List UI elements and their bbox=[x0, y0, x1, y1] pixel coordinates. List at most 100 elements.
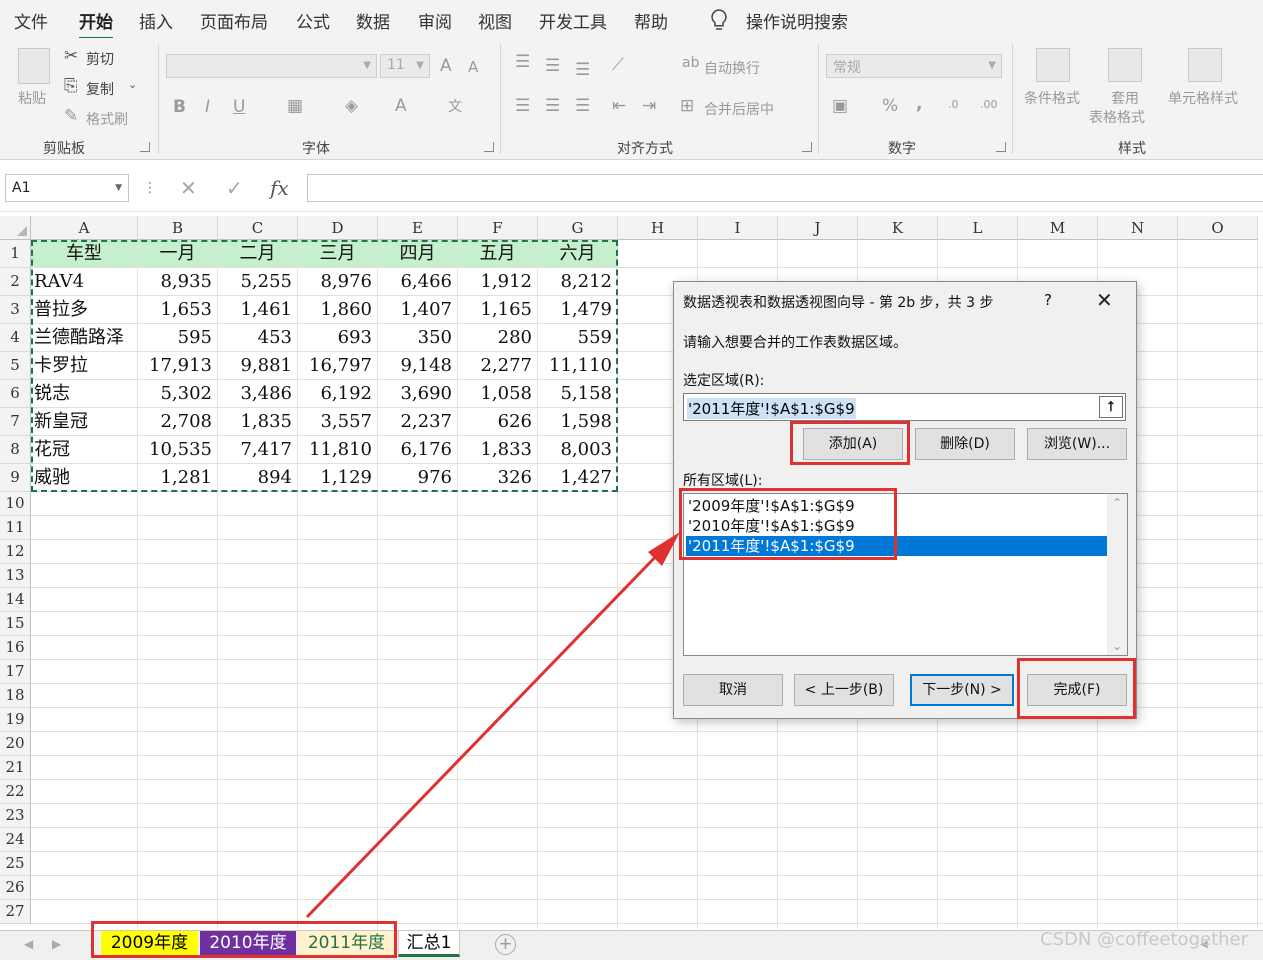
sheet-tab[interactable]: 2009年度 bbox=[101, 931, 198, 957]
font-size-combo[interactable]: 11 ▼ bbox=[380, 54, 430, 78]
border-icon[interactable]: ▦ bbox=[287, 96, 303, 116]
row-header-26[interactable]: 26 bbox=[0, 876, 31, 900]
sales-cell[interactable]: 1,058 bbox=[458, 380, 537, 407]
row-header-27[interactable]: 27 bbox=[0, 900, 31, 924]
sales-cell[interactable]: 326 bbox=[458, 464, 537, 491]
sales-cell[interactable]: 11,110 bbox=[538, 352, 617, 379]
decrease-decimal-icon[interactable]: .00 bbox=[980, 98, 998, 111]
list-scrollbar[interactable]: ⌃ ⌄ bbox=[1107, 494, 1127, 655]
tab-home[interactable]: 开始 bbox=[79, 8, 113, 40]
row-header-16[interactable]: 16 bbox=[0, 636, 31, 660]
tab-file[interactable]: 文件 bbox=[14, 8, 48, 33]
table-header-cell[interactable]: 一月 bbox=[138, 240, 217, 267]
row-header-6[interactable]: 6 bbox=[0, 380, 31, 408]
finish-button[interactable]: 完成(F) bbox=[1027, 674, 1127, 706]
list-item[interactable]: '2011年度'!$A$1:$G$9 bbox=[686, 536, 1107, 556]
chevron-down-icon[interactable]: ⌄ bbox=[128, 78, 137, 91]
sales-cell[interactable]: 559 bbox=[538, 324, 617, 351]
column-header-C[interactable]: C bbox=[218, 216, 298, 240]
align-right-icon[interactable]: ☰ bbox=[575, 96, 590, 116]
table-header-cell[interactable]: 三月 bbox=[298, 240, 377, 267]
sales-cell[interactable]: 693 bbox=[298, 324, 377, 351]
row-header-25[interactable]: 25 bbox=[0, 852, 31, 876]
paste-icon[interactable] bbox=[18, 48, 50, 84]
sales-cell[interactable]: 11,810 bbox=[298, 436, 377, 463]
column-header-J[interactable]: J bbox=[778, 216, 858, 240]
add-sheet-button[interactable]: + bbox=[495, 934, 516, 955]
tab-insert[interactable]: 插入 bbox=[139, 8, 173, 33]
sales-cell[interactable]: 8,212 bbox=[538, 268, 617, 295]
confirm-edit-icon[interactable]: ✓ bbox=[226, 176, 243, 200]
sales-cell[interactable]: 8,976 bbox=[298, 268, 377, 295]
underline-button[interactable]: U bbox=[233, 97, 245, 117]
increase-decimal-icon[interactable]: .0 bbox=[948, 98, 959, 111]
sales-cell[interactable]: 1,427 bbox=[538, 464, 617, 491]
tab-help[interactable]: 帮助 bbox=[634, 8, 668, 33]
row-header-15[interactable]: 15 bbox=[0, 612, 31, 636]
row-header-24[interactable]: 24 bbox=[0, 828, 31, 852]
sales-cell[interactable]: 1,461 bbox=[218, 296, 297, 323]
model-cell[interactable]: RAV4 bbox=[31, 268, 137, 295]
shrink-font-button[interactable]: A bbox=[468, 58, 478, 76]
sales-cell[interactable]: 9,881 bbox=[218, 352, 297, 379]
sales-cell[interactable]: 2,237 bbox=[378, 408, 457, 435]
sales-cell[interactable]: 1,833 bbox=[458, 436, 537, 463]
model-cell[interactable]: 锐志 bbox=[31, 380, 137, 407]
next-button[interactable]: 下一步(N) > bbox=[910, 674, 1014, 706]
cancel-button[interactable]: 取消 bbox=[683, 674, 783, 706]
sales-cell[interactable]: 8,003 bbox=[538, 436, 617, 463]
sales-cell[interactable]: 3,557 bbox=[298, 408, 377, 435]
align-center-icon[interactable]: ☰ bbox=[545, 96, 560, 116]
row-header-11[interactable]: 11 bbox=[0, 516, 31, 540]
format-as-table-button[interactable]: 套用 bbox=[1111, 88, 1139, 108]
sales-cell[interactable]: 1,835 bbox=[218, 408, 297, 435]
sales-cell[interactable]: 3,690 bbox=[378, 380, 457, 407]
row-header-3[interactable]: 3 bbox=[0, 296, 31, 324]
format-painter-button[interactable]: 格式刷 bbox=[86, 109, 128, 129]
tab-data[interactable]: 数据 bbox=[356, 8, 390, 33]
column-header-D[interactable]: D bbox=[298, 216, 378, 240]
row-header-8[interactable]: 8 bbox=[0, 436, 31, 464]
align-left-icon[interactable]: ☰ bbox=[515, 96, 530, 116]
fill-color-icon[interactable]: ◈ bbox=[345, 96, 358, 116]
sales-cell[interactable]: 626 bbox=[458, 408, 537, 435]
row-header-18[interactable]: 18 bbox=[0, 684, 31, 708]
column-header-G[interactable]: G bbox=[538, 216, 618, 240]
select-all-button[interactable] bbox=[0, 216, 31, 240]
column-header-F[interactable]: F bbox=[458, 216, 538, 240]
bold-button[interactable]: B bbox=[173, 97, 186, 117]
row-header-2[interactable]: 2 bbox=[0, 268, 31, 296]
row-header-21[interactable]: 21 bbox=[0, 756, 31, 780]
column-header-M[interactable]: M bbox=[1018, 216, 1098, 240]
sales-cell[interactable]: 6,466 bbox=[378, 268, 457, 295]
name-box[interactable]: A1 ▼ bbox=[5, 174, 129, 202]
range-input[interactable]: '2011年度'!$A$1:$G$9 ⭡ bbox=[683, 393, 1126, 421]
column-header-B[interactable]: B bbox=[138, 216, 218, 240]
sales-cell[interactable]: 280 bbox=[458, 324, 537, 351]
column-header-N[interactable]: N bbox=[1098, 216, 1178, 240]
row-header-14[interactable]: 14 bbox=[0, 588, 31, 612]
sales-cell[interactable]: 1,129 bbox=[298, 464, 377, 491]
row-header-10[interactable]: 10 bbox=[0, 492, 31, 516]
font-family-combo[interactable]: ▼ bbox=[166, 54, 377, 78]
italic-button[interactable]: I bbox=[205, 97, 210, 117]
tab-formulas[interactable]: 公式 bbox=[296, 8, 330, 33]
list-item[interactable]: '2010年度'!$A$1:$G$9 bbox=[686, 516, 1107, 536]
cancel-edit-icon[interactable]: ✕ bbox=[180, 176, 197, 200]
sales-cell[interactable]: 17,913 bbox=[138, 352, 217, 379]
sales-cell[interactable]: 7,417 bbox=[218, 436, 297, 463]
row-header-7[interactable]: 7 bbox=[0, 408, 31, 436]
sales-cell[interactable]: 1,479 bbox=[538, 296, 617, 323]
cut-button[interactable]: 剪切 bbox=[86, 49, 114, 69]
sales-cell[interactable]: 894 bbox=[218, 464, 297, 491]
table-header-cell[interactable]: 二月 bbox=[218, 240, 297, 267]
sales-cell[interactable]: 10,535 bbox=[138, 436, 217, 463]
model-cell[interactable]: 兰德酷路泽 bbox=[31, 324, 137, 351]
table-header-cell[interactable]: 四月 bbox=[378, 240, 457, 267]
list-item[interactable]: '2009年度'!$A$1:$G$9 bbox=[686, 496, 1107, 516]
scroll-down-icon[interactable]: ⌄ bbox=[1112, 639, 1122, 653]
dialog-launcher-icon[interactable] bbox=[996, 142, 1006, 152]
sales-cell[interactable]: 2,277 bbox=[458, 352, 537, 379]
dialog-launcher-icon[interactable] bbox=[484, 142, 494, 152]
row-header-9[interactable]: 9 bbox=[0, 464, 31, 492]
